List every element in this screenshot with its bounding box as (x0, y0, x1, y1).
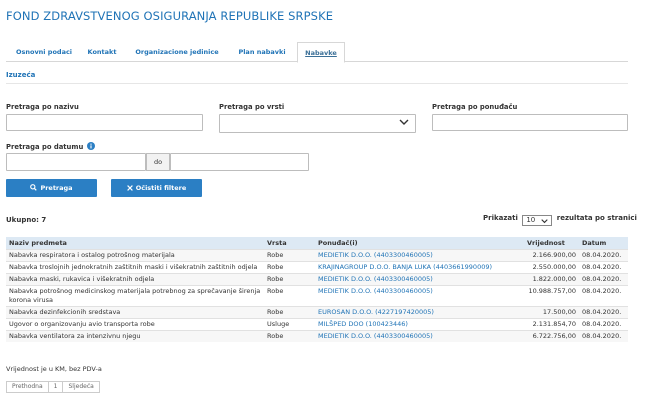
cell-date: 08.04.2020. (579, 248, 628, 261)
cell-name: Ugovor o organizovanju avio transporta r… (6, 317, 264, 330)
supplier-link[interactable]: MILŠPED DOO (100423446) (315, 317, 524, 330)
cell-value: 10.988.757,00 (524, 284, 579, 306)
section-title: Izuzeća (6, 71, 36, 79)
column-header-type[interactable]: Vrsta (264, 237, 315, 249)
search-icon (30, 184, 38, 191)
cell-value: 2.166.900,00 (524, 248, 579, 261)
column-header-name[interactable]: Naziv predmeta (6, 237, 264, 249)
table-row[interactable]: Nabavka maski, rukavica i višekratnih od… (6, 272, 628, 285)
supplier-link[interactable]: MEDIETIK D.O.O. (4403300460005) (315, 284, 524, 306)
date-from-input[interactable] (6, 153, 146, 171)
cell-date: 08.04.2020. (579, 284, 628, 306)
cell-value: 2.550.000,00 (524, 260, 579, 273)
tab-organizacione-jedinice[interactable]: Organizacione jedinice (128, 42, 226, 62)
cell-value: 2.131.854,70 (524, 317, 579, 330)
pagination: Prethodna 1 Sljedeća (6, 381, 100, 393)
tab-bar: Osnovni podaci Kontakt Organizacione jed… (6, 42, 628, 63)
supplier-link[interactable]: EUROSAN D.O.O. (4227197420005) (315, 305, 524, 318)
cell-date: 08.04.2020. (579, 272, 628, 285)
table-row[interactable]: Nabavka troslojnih jednokratnih zaštitni… (6, 260, 628, 273)
supplier-search-input[interactable] (432, 114, 628, 131)
supplier-link[interactable]: KRAJINAGROUP D.O.O. BANJA LUKA (44036619… (315, 260, 524, 273)
tab-nabavke[interactable]: Nabavke (297, 42, 345, 63)
chevron-down-icon (399, 119, 409, 125)
cell-type: Robe (264, 260, 315, 273)
type-filter-label: Pretraga po vrsti (219, 103, 285, 111)
pager-page-1[interactable]: 1 (49, 382, 64, 392)
cell-name: Nabavka dezinfekcionih sredstava (6, 305, 264, 318)
tab-osnovni-podaci[interactable]: Osnovni podaci (10, 42, 78, 62)
column-header-value[interactable]: Vrijednost (524, 237, 579, 249)
cell-type: Usluge (264, 317, 315, 330)
cell-name: Nabavka ventilatora za intenzivnu njegu (6, 329, 264, 342)
date-filter-label: Pretraga po datumu (6, 142, 95, 151)
supplier-link[interactable]: MEDIETIK D.O.O. (4403300460005) (315, 272, 524, 285)
tab-plan-nabavki[interactable]: Plan nabavki (230, 42, 294, 62)
cell-value: 1.822.000,00 (524, 272, 579, 285)
table-row[interactable]: Nabavka potrošnog medicinskog materijala… (6, 284, 628, 306)
per-page-select[interactable]: 10 (522, 215, 553, 226)
cell-name: Nabavka potrošnog medicinskog materijala… (6, 284, 264, 306)
chevron-down-icon (541, 219, 549, 224)
procurement-table: Naziv predmeta Vrsta Ponuđač(i) Vrijedno… (6, 237, 628, 342)
cell-name: Nabavka respiratora i ostalog potrošnog … (6, 248, 264, 261)
table-header-row: Naziv predmeta Vrsta Ponuđač(i) Vrijedno… (6, 237, 628, 249)
divider (6, 83, 628, 84)
cell-type: Robe (264, 284, 315, 306)
name-search-input[interactable] (6, 114, 203, 131)
clear-filters-button[interactable]: Očistiti filtere (111, 179, 202, 197)
type-select[interactable] (219, 114, 416, 133)
date-to-input[interactable] (170, 153, 309, 171)
tab-kontakt[interactable]: Kontakt (82, 42, 122, 62)
per-page-control: Prikazati 10 rezultata po stranici (483, 214, 637, 226)
cell-date: 08.04.2020. (579, 329, 628, 342)
pager-prev-button[interactable]: Prethodna (7, 382, 49, 392)
supplier-link[interactable]: MEDIETIK D.O.O. (4403300460005) (315, 329, 524, 342)
close-icon (126, 185, 133, 191)
cell-name: Nabavka maski, rukavica i višekratnih od… (6, 272, 264, 285)
cell-date: 08.04.2020. (579, 260, 628, 273)
info-icon[interactable] (86, 142, 95, 150)
supplier-link[interactable]: MEDIETIK D.O.O. (4403300460005) (315, 248, 524, 261)
results-total: Ukupno: 7 (6, 216, 47, 224)
cell-type: Robe (264, 329, 315, 342)
cell-value: 17.500,00 (524, 305, 579, 318)
cell-date: 08.04.2020. (579, 305, 628, 318)
pager-next-button[interactable]: Sljedeća (63, 382, 98, 392)
column-header-date[interactable]: Datum (579, 237, 628, 249)
table-row[interactable]: Nabavka respiratora i ostalog potrošnog … (6, 248, 628, 261)
value-note: Vrijednost je u KM, bez PDV-a (6, 365, 102, 373)
supplier-filter-label: Pretraga po ponuđaču (432, 103, 518, 111)
cell-type: Robe (264, 305, 315, 318)
table-row[interactable]: Nabavka dezinfekcionih sredstava Robe EU… (6, 305, 628, 318)
cell-type: Robe (264, 248, 315, 261)
name-filter-label: Pretraga po nazivu (6, 103, 79, 111)
column-header-supplier[interactable]: Ponuđač(i) (315, 237, 524, 249)
cell-value: 6.722.756,00 (524, 329, 579, 342)
table-row[interactable]: Nabavka ventilatora za intenzivnu njegu … (6, 329, 628, 342)
page-title: FOND ZDRAVSTVENOG OSIGURANJA REPUBLIKE S… (6, 9, 334, 23)
cell-date: 08.04.2020. (579, 317, 628, 330)
cell-type: Robe (264, 272, 315, 285)
cell-name: Nabavka troslojnih jednokratnih zaštitni… (6, 260, 264, 273)
search-button[interactable]: Pretraga (6, 179, 97, 197)
date-separator: do (146, 153, 170, 171)
table-row[interactable]: Ugovor o organizovanju avio transporta r… (6, 317, 628, 330)
